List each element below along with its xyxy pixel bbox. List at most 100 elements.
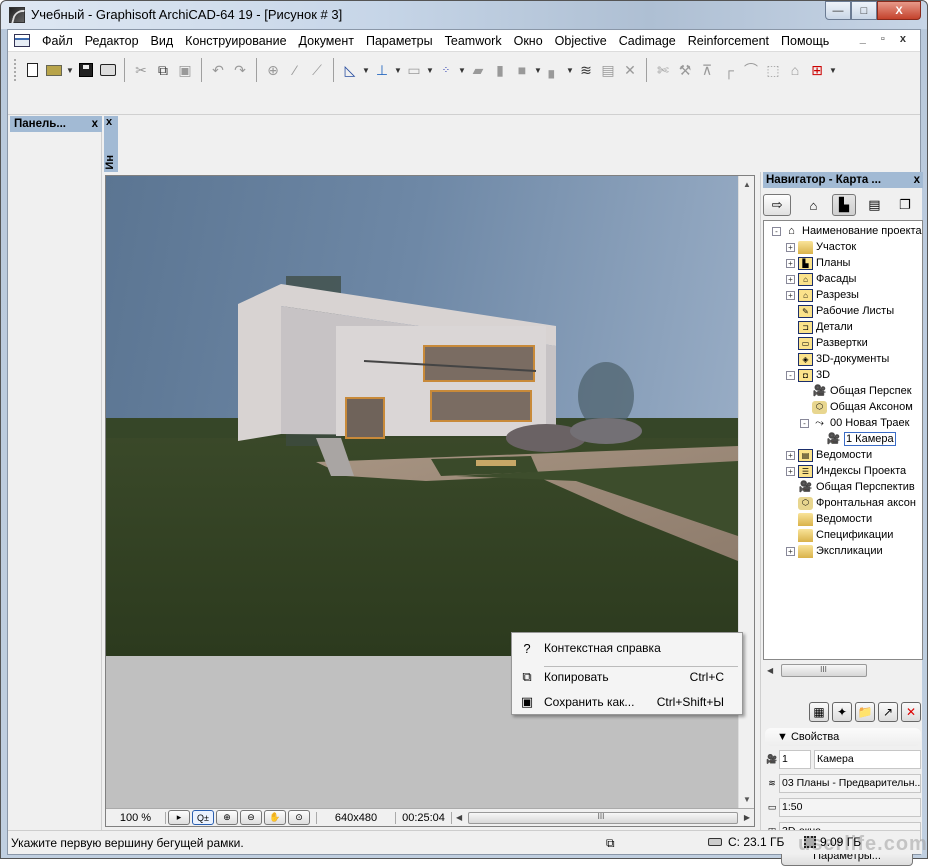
close-button[interactable]: X — [877, 1, 921, 20]
tree-item[interactable]: - ⤳ 00 Новая Траек — [800, 415, 909, 431]
slab-tool-icon[interactable]: ▰ — [467, 59, 489, 81]
scroll-right-icon[interactable]: ▶ — [744, 813, 750, 822]
grid-tool-icon[interactable]: ⁘ — [435, 59, 457, 81]
view-name-field[interactable]: Камера — [814, 750, 921, 769]
windows-icon[interactable]: ⧉ — [606, 836, 615, 851]
scroll-up-icon[interactable]: ▲ — [743, 180, 751, 189]
redo-icon[interactable]: ↷ — [229, 59, 251, 81]
menu-window[interactable]: Окно — [508, 31, 549, 51]
roof-tool-icon[interactable]: ⌂ — [784, 59, 806, 81]
menu-item-save-as[interactable]: ▣ Сохранить как... Ctrl+Shift+Ы — [512, 690, 742, 714]
open-dropdown-icon[interactable]: ▼ — [65, 59, 75, 81]
collapse-icon[interactable]: - — [772, 226, 781, 236]
tree-item[interactable]: ⊐ Детали — [786, 319, 853, 335]
tab-project-map[interactable]: ⌂ — [801, 194, 825, 216]
menu-teamwork[interactable]: Teamwork — [439, 31, 508, 51]
grid-dropdown-icon[interactable]: ▼ — [457, 59, 467, 81]
palette-close-icon[interactable]: x — [92, 116, 98, 132]
tree-item[interactable]: + ▙ Планы — [786, 255, 850, 271]
print-icon[interactable] — [97, 59, 119, 81]
mdi-window-controls[interactable]: _ ▫ x — [860, 33, 912, 45]
fit-in-window-icon[interactable]: ⊙ — [288, 810, 310, 825]
trim-tool-icon[interactable]: ✄ — [652, 59, 674, 81]
menu-reinforcement[interactable]: Reinforcement — [682, 31, 775, 51]
elevation-marker-icon[interactable]: ⊼ — [696, 59, 718, 81]
tab-layout-book[interactable]: ▤ — [862, 194, 886, 216]
fix-tool-icon[interactable]: ✕ — [619, 59, 641, 81]
group-tool-icon[interactable]: ⊞ — [806, 59, 828, 81]
zoom-level[interactable]: 100 % — [106, 811, 166, 824]
document-window-icon[interactable] — [14, 34, 30, 47]
tree-item[interactable]: ◈ 3D-документы — [786, 351, 889, 367]
tree-item[interactable]: ✎ Рабочие Листы — [786, 303, 894, 319]
group-dropdown-icon[interactable]: ▼ — [828, 59, 838, 81]
block-dropdown-icon[interactable]: ▼ — [533, 59, 543, 81]
tree-item[interactable]: - ◘ 3D — [786, 367, 830, 383]
tree-item[interactable]: ⬡ Общая Аксоном — [800, 399, 913, 415]
menu-file[interactable]: Файл — [36, 31, 79, 51]
navigator-mode-button[interactable]: ⇨ — [763, 194, 792, 216]
info-box-close-icon[interactable]: x — [106, 116, 112, 128]
syringe-icon[interactable]: ⟋ — [306, 59, 328, 81]
label-tool-icon[interactable]: ▭ — [403, 59, 425, 81]
tree-item[interactable]: 🎥 1 Камера — [814, 431, 896, 447]
pan-hand-icon[interactable]: ✋ — [264, 810, 286, 825]
new-view-button[interactable]: ✦ — [832, 702, 852, 722]
menu-help[interactable]: Помощь — [775, 31, 835, 51]
ruler-icon[interactable]: ▤ — [597, 59, 619, 81]
scroll-left-icon[interactable]: ◀ — [456, 813, 462, 822]
delete-button[interactable]: ✕ — [901, 702, 921, 722]
clone-view-button[interactable]: ↗ — [878, 702, 898, 722]
dimension-tool-icon[interactable]: ◺ — [339, 59, 361, 81]
tree-item[interactable]: + ⌂ Разрезы — [786, 287, 859, 303]
menu-design[interactable]: Конструирование — [179, 31, 292, 51]
expand-icon[interactable]: + — [786, 274, 795, 284]
frame-tool-icon[interactable]: ⬚ — [762, 59, 784, 81]
object-tool-icon[interactable]: ▖ — [543, 59, 565, 81]
tool-settings-icon[interactable]: ≋ — [575, 59, 597, 81]
menu-item-context-help[interactable]: ? Контекстная справка — [512, 636, 742, 660]
zoom-tool-icon[interactable]: Q± — [192, 810, 214, 825]
tree-item[interactable]: 🎥 Общая Перспек — [800, 383, 912, 399]
view-settings-button[interactable]: ▦ — [809, 702, 829, 722]
tree-item[interactable]: Ведомости — [786, 511, 872, 527]
menu-options[interactable]: Параметры — [360, 31, 439, 51]
tree-item[interactable]: + ☰ Индексы Проекта — [786, 463, 906, 479]
tree-item[interactable]: + Участок — [786, 239, 856, 255]
tree-item[interactable]: - ⌂ Наименование проекта — [772, 223, 922, 239]
level-dropdown-icon[interactable]: ▼ — [393, 59, 403, 81]
tab-view-map[interactable]: ▙ — [831, 194, 857, 216]
tree-item[interactable]: ▭ Развертки — [786, 335, 868, 351]
expand-icon[interactable]: + — [786, 258, 795, 268]
tree-item[interactable]: + ▤ Ведомости — [786, 447, 872, 463]
scroll-left-icon[interactable]: ◀ — [767, 666, 773, 675]
open-folder-icon[interactable] — [43, 59, 65, 81]
scroll-thumb[interactable] — [781, 663, 868, 677]
find-select-icon[interactable]: ⊕ — [262, 59, 284, 81]
scroll-down-icon[interactable]: ▼ — [743, 795, 751, 804]
menu-edit[interactable]: Редактор — [79, 31, 145, 51]
level-dimension-icon[interactable]: ⊥ — [371, 59, 393, 81]
tree-item[interactable]: + ⌂ Фасады — [786, 271, 856, 287]
rendered-image[interactable] — [106, 176, 738, 656]
expand-icon[interactable]: + — [786, 546, 795, 556]
navigator-tree[interactable]: - ⌂ Наименование проекта + Участок + ▙ Планы + ⌂ Ф… — [763, 220, 923, 660]
save-icon[interactable] — [75, 59, 97, 81]
properties-header[interactable]: ▼ Свойства — [765, 728, 921, 746]
expand-icon[interactable]: + — [786, 290, 795, 300]
tree-horizontal-scrollbar[interactable]: ◀ ▶ — [763, 662, 923, 678]
scroll-thumb[interactable] — [468, 811, 738, 824]
menu-document[interactable]: Документ — [293, 31, 360, 51]
menu-cadimage[interactable]: Cadimage — [613, 31, 682, 51]
expand-icon[interactable]: + — [786, 466, 795, 476]
tab-publisher-sets[interactable]: ❐ — [893, 194, 917, 216]
new-folder-button[interactable]: 📁 — [855, 702, 875, 722]
dimension-dropdown-icon[interactable]: ▼ — [361, 59, 371, 81]
collapse-icon[interactable]: - — [800, 418, 809, 428]
menu-view[interactable]: Вид — [145, 31, 180, 51]
zoom-out-icon[interactable]: ⊖ — [240, 810, 262, 825]
horizontal-scrollbar[interactable]: ◀ ▶ — [456, 811, 750, 825]
info-box-collapsed[interactable]: x Ин — [104, 116, 118, 172]
new-document-icon[interactable] — [21, 59, 43, 81]
curve-tool-icon[interactable]: ⌒ — [740, 59, 762, 81]
